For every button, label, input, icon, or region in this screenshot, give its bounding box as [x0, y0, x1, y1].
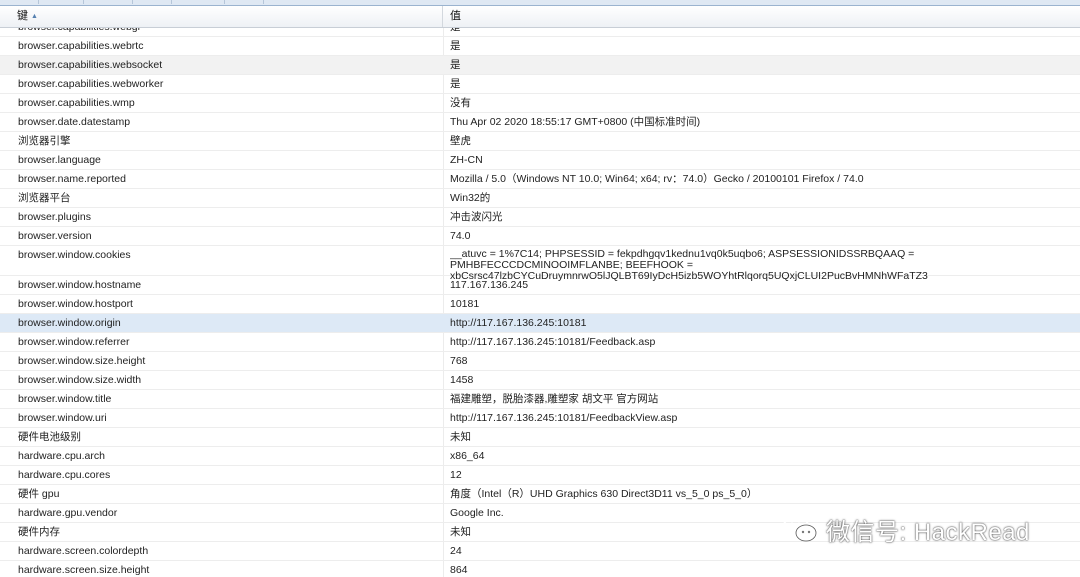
row-key: browser.window.origin	[18, 317, 121, 329]
tab[interactable]	[172, 0, 225, 4]
row-key: browser.window.referrer	[18, 336, 130, 348]
row-key: browser.name.reported	[18, 173, 126, 185]
tab[interactable]	[84, 0, 133, 4]
table-row[interactable]: browser.window.hostname 117.167.136.245	[0, 276, 1080, 295]
table-row[interactable]: browser.window.size.height 768	[0, 352, 1080, 371]
table-row[interactable]: browser.capabilities.webworker 是	[0, 75, 1080, 94]
row-key: browser.window.hostport	[18, 298, 133, 310]
wechat-icon	[783, 515, 817, 542]
tab[interactable]	[39, 0, 84, 4]
row-value: 12	[450, 469, 462, 481]
table-row[interactable]: 浏览器引擎 壁虎	[0, 132, 1080, 151]
row-key: hardware.cpu.cores	[18, 469, 111, 481]
table-row[interactable]: browser.plugins 冲击波闪光	[0, 208, 1080, 227]
table-row[interactable]: browser.window.title 福建雕塑，脱胎漆器,雕塑家 胡文平 官方…	[0, 390, 1080, 409]
tab[interactable]	[133, 0, 172, 4]
row-value: 未知	[450, 431, 471, 443]
wechat-watermark: 微信号: HackRead	[782, 512, 1030, 546]
row-value: http://117.167.136.245:10181/FeedbackVie…	[450, 412, 678, 424]
row-key: browser.capabilities.webworker	[18, 78, 164, 90]
row-value: 1458	[450, 374, 474, 386]
table-row-selected[interactable]: browser.window.origin http://117.167.136.…	[0, 314, 1080, 333]
row-key: browser.window.title	[18, 393, 112, 405]
row-key: browser.version	[18, 230, 92, 242]
row-key: 浏览器引擎	[18, 135, 71, 147]
table-header: 键 ▲ 值	[0, 6, 1080, 28]
row-value: http://117.167.136.245:10181/Feedback.as…	[450, 336, 656, 348]
table-row[interactable]: browser.capabilities.webrtc 是	[0, 37, 1080, 56]
column-header-value-label: 值	[450, 10, 461, 22]
row-value: 864	[450, 564, 468, 576]
table-row[interactable]: hardware.screen.size.height 864	[0, 561, 1080, 577]
row-value: http://117.167.136.245:10181	[450, 317, 587, 329]
row-value: 768	[450, 355, 468, 367]
row-key: 硬件内存	[18, 526, 60, 538]
row-key: browser.plugins	[18, 211, 91, 223]
table-row[interactable]: 硬件 gpu 角度（Intel（R）UHD Graphics 630 Direct…	[0, 485, 1080, 504]
table-row[interactable]: browser.version 74.0	[0, 227, 1080, 246]
table-row[interactable]: browser.language ZH-CN	[0, 151, 1080, 170]
row-key: browser.capabilities.wmp	[18, 97, 135, 109]
row-key: hardware.gpu.vendor	[18, 507, 118, 519]
row-value: ZH-CN	[450, 154, 483, 166]
row-value: Thu Apr 02 2020 18:55:17 GMT+0800 (中国标准时…	[450, 116, 701, 128]
row-key: 浏览器平台	[18, 192, 71, 204]
table-row[interactable]: browser.window.cookies __atuvc = 1%7C14; …	[0, 246, 1080, 282]
row-value: 没有	[450, 97, 471, 109]
table-body[interactable]: browser.capabilities.webgl 是 browser.capa…	[0, 28, 1080, 577]
row-key: 硬件 gpu	[18, 488, 60, 500]
row-key: browser.window.hostname	[18, 279, 142, 291]
table-row[interactable]: browser.capabilities.wmp 没有	[0, 94, 1080, 113]
row-value: Mozilla / 5.0（Windows NT 10.0; Win64; x6…	[450, 173, 864, 185]
row-value: 角度（Intel（R）UHD Graphics 630 Direct3D11 v…	[450, 488, 758, 500]
row-key: browser.language	[18, 154, 101, 166]
row-value: 壁虎	[450, 135, 471, 147]
row-key: browser.window.size.height	[18, 355, 146, 367]
row-value: 是	[450, 28, 1065, 36]
table-rows: browser.capabilities.webgl 是 browser.capa…	[0, 28, 1080, 577]
table-row[interactable]: browser.date.datestamp Thu Apr 02 2020 18…	[0, 113, 1080, 132]
row-value: 10181	[450, 298, 480, 310]
table-row[interactable]: browser.capabilities.webgl 是	[0, 28, 1080, 37]
tab[interactable]	[0, 0, 39, 4]
row-value: 是	[450, 78, 461, 90]
table-row[interactable]: hardware.cpu.cores 12	[0, 466, 1080, 485]
row-key: 硬件电池级别	[18, 431, 81, 443]
row-key: browser.window.uri	[18, 412, 107, 424]
row-key: browser.window.size.width	[18, 374, 142, 386]
row-value: 福建雕塑，脱胎漆器,雕塑家 胡文平 官方网站	[450, 393, 659, 405]
row-value: 是	[450, 59, 461, 71]
row-key: browser.capabilities.websocket	[18, 59, 163, 71]
row-value: Win32的	[450, 192, 491, 204]
table-row[interactable]: browser.window.referrer http://117.167.13…	[0, 333, 1080, 352]
row-key: browser.date.datestamp	[18, 116, 131, 128]
table-row[interactable]: browser.window.size.width 1458	[0, 371, 1080, 390]
sort-ascending-icon: ▲	[31, 13, 38, 20]
table-row[interactable]: browser.window.uri http://117.167.136.245…	[0, 409, 1080, 428]
column-header-key-label: 键	[17, 10, 28, 22]
row-key: hardware.screen.size.height	[18, 564, 150, 576]
row-key: browser.capabilities.webgl	[18, 28, 438, 36]
row-value: 74.0	[450, 230, 471, 242]
row-value: x86_64	[450, 450, 485, 462]
table-row[interactable]: 硬件电池级别 未知	[0, 428, 1080, 447]
table-row[interactable]: 浏览器平台 Win32的	[0, 189, 1080, 208]
table-row[interactable]: browser.capabilities.websocket 是	[0, 56, 1080, 75]
row-key: hardware.screen.colordepth	[18, 545, 149, 557]
row-key: browser.capabilities.webrtc	[18, 40, 144, 52]
watermark-text: 微信号: HackRead	[826, 518, 1030, 546]
row-key: browser.window.cookies	[18, 249, 131, 261]
row-key: hardware.cpu.arch	[18, 450, 105, 462]
row-value: 是	[450, 40, 461, 52]
table-row[interactable]: browser.name.reported Mozilla / 5.0（Windo…	[0, 170, 1080, 189]
row-value: 冲击波闪光	[450, 211, 503, 223]
column-header-value[interactable]: 值	[443, 6, 1080, 27]
tab[interactable]	[225, 0, 264, 4]
row-value: 117.167.136.245	[450, 279, 529, 291]
table-row[interactable]: browser.window.hostport 10181	[0, 295, 1080, 314]
table-row[interactable]: hardware.cpu.arch x86_64	[0, 447, 1080, 466]
column-header-key[interactable]: 键 ▲	[0, 6, 443, 27]
